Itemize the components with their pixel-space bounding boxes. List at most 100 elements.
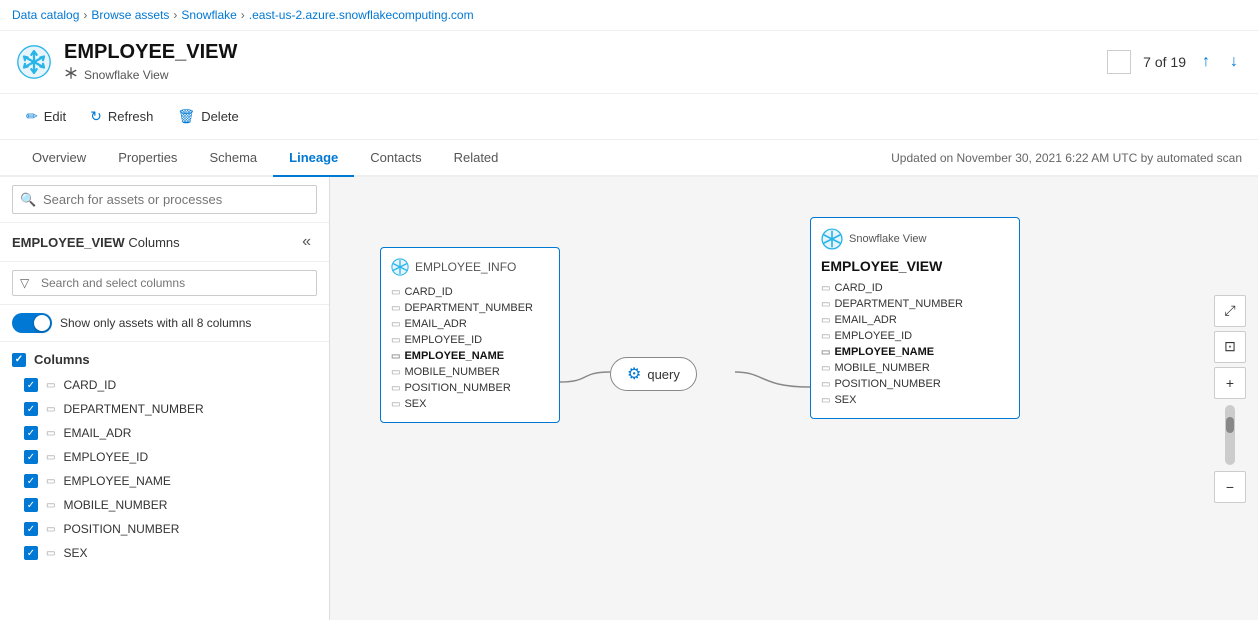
breadcrumb-browseassets[interactable]: Browse assets [91,8,169,22]
source-field-row: ▭POSITION_NUMBER [391,380,549,396]
target-field-row: ▭EMPLOYEE_NAME [821,344,1009,360]
field-icon: ▭ [391,335,400,346]
col-checkbox-3[interactable]: ✓ [24,450,38,464]
search-assets-input[interactable] [12,185,317,214]
app-logo [16,44,52,80]
tabs-bar: Overview Properties Schema Lineage Conta… [0,140,1258,177]
tabs-list: Overview Properties Schema Lineage Conta… [16,140,514,175]
target-node[interactable]: Snowflake View EMPLOYEE_VIEW ▭CARD_ID▭DE… [810,217,1020,419]
columns-label: Columns [128,235,179,250]
tab-related[interactable]: Related [438,140,515,177]
col-checkbox-7[interactable]: ✓ [24,546,38,560]
toggle-switch[interactable] [12,313,52,333]
target-field-row: ▭DEPARTMENT_NUMBER [821,296,1009,312]
connector-line-2 [735,372,810,387]
column-row[interactable]: ✓ ▭ EMPLOYEE_ID [0,445,329,469]
columns-panel: EMPLOYEE_VIEW Columns « ▽ Show only asse… [0,223,329,620]
tab-schema[interactable]: Schema [193,140,273,177]
lineage-canvas[interactable]: EMPLOYEE_INFO ▭CARD_ID▭DEPARTMENT_NUMBER… [330,177,1258,620]
all-columns-label: Columns [34,352,90,367]
collapse-panel-button[interactable]: « [296,231,317,253]
edit-button[interactable]: ✏ Edit [16,102,76,131]
target-field-row: ▭POSITION_NUMBER [821,376,1009,392]
all-checkbox[interactable]: ✓ [12,353,26,367]
connector-line-1 [560,372,610,382]
edit-label: Edit [44,109,66,124]
column-row[interactable]: ✓ ▭ CARD_ID [0,373,329,397]
delete-button[interactable]: 🗑 Delete [167,102,248,131]
refresh-button[interactable]: ↻ Refresh [80,102,163,131]
col-name-6: POSITION_NUMBER [63,522,179,536]
source-node[interactable]: EMPLOYEE_INFO ▭CARD_ID▭DEPARTMENT_NUMBER… [380,247,560,423]
all-columns-row[interactable]: ✓ Columns [0,346,329,373]
columns-header: EMPLOYEE_VIEW Columns « [0,223,329,262]
field-icon: ▭ [821,395,830,406]
toggle-label: Show only assets with all 8 columns [60,316,251,330]
column-row[interactable]: ✓ ▭ DEPARTMENT_NUMBER [0,397,329,421]
column-row[interactable]: ✓ ▭ EMAIL_ADR [0,421,329,445]
field-icon: ▭ [391,303,400,314]
field-icon: ▭ [391,399,400,410]
col-checkbox-0[interactable]: ✓ [24,378,38,392]
snowflake-icon-sm [64,66,78,83]
zoom-thumb [1226,417,1234,433]
title-area: EMPLOYEE_VIEW Snowflake View [64,41,1107,83]
col-name-3: EMPLOYEE_ID [63,450,148,464]
col-name-0: CARD_ID [63,378,116,392]
nav-down-button[interactable]: ↓ [1226,49,1242,75]
source-node-fields: ▭CARD_ID▭DEPARTMENT_NUMBER▭EMAIL_ADR▭EMP… [391,284,549,412]
assets-search-area: 🔍 [0,177,329,223]
breadcrumb-snowflake[interactable]: Snowflake [181,8,236,22]
col-checkbox-5[interactable]: ✓ [24,498,38,512]
breadcrumb-server[interactable]: .east-us-2.azure.snowflakecomputing.com [249,8,474,22]
field-icon-2: ▭ [46,428,55,439]
edit-icon: ✏ [26,108,38,125]
zoom-out-button[interactable]: − [1214,471,1246,503]
field-icon: ▭ [821,331,830,342]
delete-label: Delete [201,109,239,124]
field-icon: ▭ [821,347,830,358]
col-checkbox-4[interactable]: ✓ [24,474,38,488]
col-checkbox-2[interactable]: ✓ [24,426,38,440]
field-icon: ▭ [391,383,400,394]
breadcrumb-datacatalog[interactable]: Data catalog [12,8,79,22]
col-checkbox-6[interactable]: ✓ [24,522,38,536]
source-field-row: ▭SEX [391,396,549,412]
tab-properties[interactable]: Properties [102,140,193,177]
field-icon: ▭ [391,367,400,378]
col-checkbox-1[interactable]: ✓ [24,402,38,416]
nav-up-button[interactable]: ↑ [1198,49,1214,75]
tab-overview[interactable]: Overview [16,140,102,177]
column-row[interactable]: ✓ ▭ MOBILE_NUMBER [0,493,329,517]
tab-lineage[interactable]: Lineage [273,140,354,177]
field-icon-6: ▭ [46,524,55,535]
refresh-label: Refresh [108,109,154,124]
query-label: query [647,367,680,382]
column-row[interactable]: ✓ ▭ SEX [0,541,329,565]
field-icon: ▭ [821,299,830,310]
nav-box [1107,50,1131,74]
field-icon-1: ▭ [46,404,55,415]
expand-button[interactable]: ⤢ [1214,295,1246,327]
zoom-in-button[interactable]: + [1214,367,1246,399]
tab-contacts[interactable]: Contacts [354,140,437,177]
column-row[interactable]: ✓ ▭ POSITION_NUMBER [0,517,329,541]
field-icon-7: ▭ [46,548,55,559]
target-field-row: ▭SEX [821,392,1009,408]
query-node[interactable]: ⚙ query [610,357,697,391]
field-icon-0: ▭ [46,380,55,391]
filter-icon: ▽ [20,276,29,290]
target-field-row: ▭CARD_ID [821,280,1009,296]
target-field-row: ▭EMAIL_ADR [821,312,1009,328]
fit-button[interactable]: ⊡ [1214,331,1246,363]
col-name-7: SEX [63,546,87,560]
target-node-header: Snowflake View [821,228,1009,250]
column-row[interactable]: ✓ ▭ EMPLOYEE_NAME [0,469,329,493]
col-name-5: MOBILE_NUMBER [63,498,167,512]
toolbar: ✏ Edit ↻ Refresh 🗑 Delete [0,94,1258,140]
col-name-2: EMAIL_ADR [63,426,131,440]
refresh-icon: ↻ [90,108,102,125]
canvas-controls: ⤢ ⊡ + − [1214,295,1246,503]
columns-search-area: ▽ [0,262,329,305]
columns-search-input[interactable] [12,270,317,296]
